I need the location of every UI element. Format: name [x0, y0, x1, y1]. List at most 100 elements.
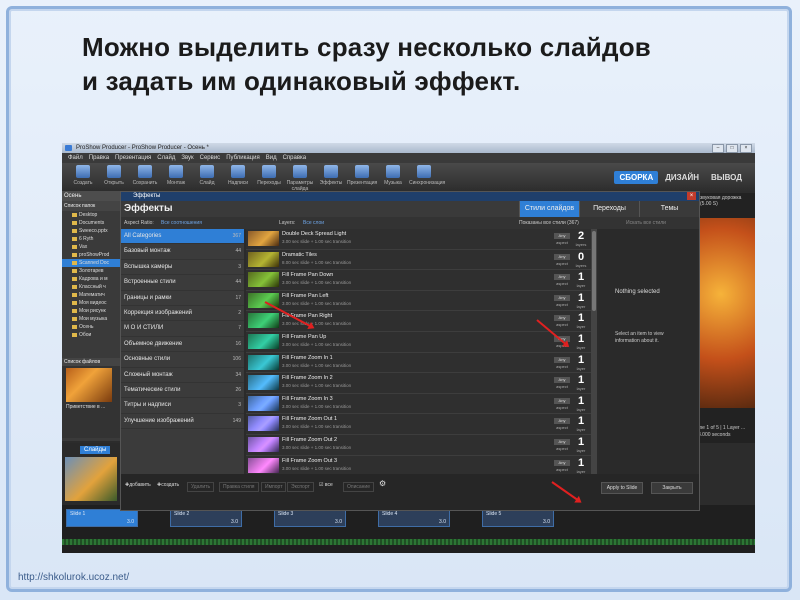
search-input[interactable]: Искать все стили	[626, 217, 666, 229]
folder-item[interactable]: Золотарев	[62, 267, 120, 275]
folder-item[interactable]: Desktop	[62, 211, 120, 219]
menu-item[interactable]: Звук	[181, 153, 193, 163]
maximize-icon[interactable]: □	[726, 144, 738, 153]
folder-item[interactable]: Осень	[62, 323, 120, 331]
toolbar-button[interactable]: Переходы	[254, 165, 284, 186]
folder-item[interactable]: Мои рисунк	[62, 307, 120, 315]
slide-thumbnail[interactable]	[65, 457, 117, 501]
folder-item[interactable]: 6 Ryth	[62, 235, 120, 243]
menu-item[interactable]: Сервис	[200, 153, 221, 163]
style-row[interactable]: Fill Frame Pan Up 3.00 sec slide + 1.00 s…	[246, 332, 591, 353]
style-aspect-badge: Any	[554, 397, 570, 404]
slides-tab[interactable]: Слайды	[80, 446, 111, 454]
aspect-filter[interactable]: Все соотношения	[161, 217, 202, 229]
menu-item[interactable]: Справка	[283, 153, 307, 163]
toolbar-button[interactable]: Эффекты	[316, 165, 346, 186]
timeline-slide[interactable]: Slide 2 3.0	[170, 509, 242, 527]
category-item[interactable]: Титры и надписи 3	[121, 398, 244, 414]
timeline-slide[interactable]: Slide 3 3.0	[274, 509, 346, 527]
category-item[interactable]: Базовый монтаж 44	[121, 244, 244, 260]
folder-item[interactable]: Мои музыка	[62, 315, 120, 323]
tab-themes[interactable]: Темы	[639, 201, 699, 217]
category-item[interactable]: Границы и рамки 17	[121, 291, 244, 306]
dialog-close-icon[interactable]: ×	[687, 192, 696, 200]
close-icon[interactable]: ×	[740, 144, 752, 153]
style-row[interactable]: Fill Frame Zoom Out 2 3.00 sec slide + 1.…	[246, 435, 591, 456]
mode-build[interactable]: СБОРКА	[614, 171, 659, 184]
toolbar-button[interactable]: Слайд	[192, 165, 222, 186]
style-row[interactable]: Fill Frame Pan Down 3.00 sec slide + 1.00…	[246, 270, 591, 291]
category-name: Улучшение изображений	[124, 417, 194, 424]
mode-output[interactable]: ВЫВОД	[706, 171, 747, 184]
all-checkbox[interactable]: ☑ все	[319, 482, 333, 488]
import-button[interactable]: Импорт	[261, 482, 287, 492]
style-row[interactable]: Fill Frame Zoom Out 1 3.00 sec slide + 1.…	[246, 414, 591, 435]
folder-item[interactable]: proShowProd	[62, 251, 120, 259]
mode-design[interactable]: ДИЗАЙН	[660, 171, 704, 184]
toolbar-button[interactable]: Монтаж	[161, 165, 191, 186]
timeline-slide[interactable]: Slide 1 3.0	[66, 509, 138, 527]
menu-item[interactable]: Правка	[89, 153, 109, 163]
category-item[interactable]: Встроенные стили 44	[121, 275, 244, 291]
category-item[interactable]: Улучшение изображений 149	[121, 414, 244, 430]
category-item[interactable]: Вспышка камеры 3	[121, 260, 244, 276]
style-name: Fill Frame Zoom Out 1	[282, 416, 338, 423]
folder-item[interactable]: Vax	[62, 243, 120, 251]
category-item[interactable]: Сложный монтаж 34	[121, 368, 244, 383]
category-item[interactable]: Объемное движение 16	[121, 337, 244, 353]
menu-item[interactable]: Файл	[68, 153, 83, 163]
folder-item[interactable]: Моя видеос	[62, 299, 120, 307]
folder-item[interactable]: Обои	[62, 331, 120, 339]
style-list-scrollbar[interactable]	[591, 229, 597, 474]
export-button[interactable]: Экспорт	[287, 482, 314, 492]
menu-item[interactable]: Презентация	[115, 153, 151, 163]
minimize-icon[interactable]: –	[712, 144, 724, 153]
style-row[interactable]: Fill Frame Zoom In 3 3.00 sec slide + 1.0…	[246, 394, 591, 415]
tab-slide-styles[interactable]: Стили слайдов	[519, 201, 579, 217]
category-item[interactable]: М О И СТИЛИ 7	[121, 321, 244, 337]
toolbar-button[interactable]: Открыть	[99, 165, 129, 186]
category-item[interactable]: Основные стили 106	[121, 352, 244, 368]
style-row[interactable]: Fill Frame Zoom Out 3 3.00 sec slide + 1.…	[246, 456, 591, 474]
style-row[interactable]: Fill Frame Pan Left 3.00 sec slide + 1.00…	[246, 291, 591, 312]
edit-style-button[interactable]: Правка стиля	[219, 482, 259, 492]
toolbar-button[interactable]: Презентация	[347, 165, 377, 186]
apply-button[interactable]: Apply to Slide	[601, 482, 643, 494]
menu-item[interactable]: Слайд	[157, 153, 175, 163]
style-row[interactable]: Fill Frame Zoom In 1 3.00 sec slide + 1.0…	[246, 353, 591, 374]
timeline-slide[interactable]: Slide 5 3.0	[482, 509, 554, 527]
folder-item[interactable]: Математич	[62, 291, 120, 299]
delete-style-button[interactable]: Удалить	[187, 482, 215, 492]
toolbar-button[interactable]: Создать	[68, 165, 98, 186]
timeline-slide[interactable]: Slide 4 3.0	[378, 509, 450, 527]
toolbar-button[interactable]: Надписи	[223, 165, 253, 186]
create-style-button[interactable]: ✚создать	[157, 482, 179, 488]
folder-item[interactable]: Scanned Doc	[62, 259, 120, 267]
tab-transitions[interactable]: Переходы	[579, 201, 639, 217]
close-dialog-button[interactable]: Закрыть	[651, 482, 693, 494]
menu-item[interactable]: Публикация	[226, 153, 260, 163]
folder-item[interactable]: Кадрова и м	[62, 275, 120, 283]
add-style-button[interactable]: ✚добавить	[125, 482, 151, 488]
category-item[interactable]: Коррекция изображений 2	[121, 306, 244, 322]
category-item[interactable]: All Categories 367	[121, 229, 244, 245]
style-aspect-label: aspect	[556, 260, 568, 266]
toolbar-button[interactable]: Сохранить	[130, 165, 160, 186]
style-row[interactable]: Fill Frame Zoom In 2 3.00 sec slide + 1.0…	[246, 373, 591, 394]
style-row[interactable]: Double Deck Spread Light 3.00 sec slide +…	[246, 229, 591, 250]
app-title: ProShow Producer - ProShow Producer - Ос…	[76, 145, 209, 151]
category-item[interactable]: Тематические стили 26	[121, 383, 244, 399]
toolbar-button[interactable]: Синхронизация	[409, 165, 445, 186]
toolbar-button[interactable]: Параметры слайда	[285, 165, 315, 192]
folder-item[interactable]: Классный ч	[62, 283, 120, 291]
layers-filter[interactable]: Все слои	[303, 217, 324, 229]
gear-icon[interactable]: ⚙	[379, 479, 386, 488]
description-button[interactable]: Описание	[343, 482, 375, 492]
toolbar-button[interactable]: Музыка	[378, 165, 408, 186]
folder-item[interactable]: Sweeco.pptx	[62, 227, 120, 235]
menu-item[interactable]: Вид	[266, 153, 277, 163]
style-row[interactable]: Dramatic Tiles 8.00 sec slide + 1.00 sec …	[246, 250, 591, 271]
file-thumbnail[interactable]	[66, 368, 112, 402]
scrollbar-thumb[interactable]	[592, 231, 596, 311]
folder-item[interactable]: Documents	[62, 219, 120, 227]
